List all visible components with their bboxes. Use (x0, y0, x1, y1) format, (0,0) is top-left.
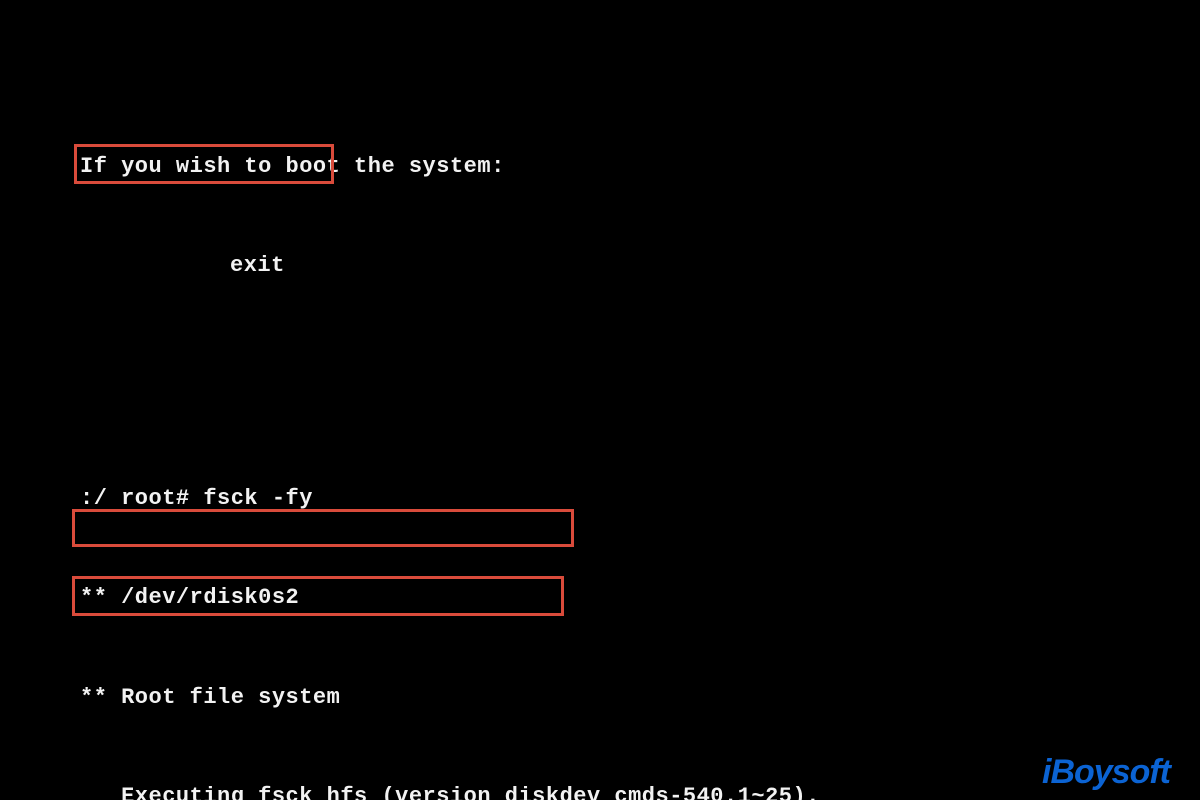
blank-line (80, 349, 1140, 382)
watermark-text: Boysoft (1050, 753, 1170, 791)
boot-hint-exit: exit (80, 249, 1140, 282)
boot-hint-line: If you wish to boot the system: (80, 150, 1140, 183)
watermark-logo: iBoysoft (1042, 753, 1170, 792)
terminal-output: If you wish to boot the system: exit :/ … (80, 50, 1140, 800)
fsck-rootfs: ** Root file system (80, 681, 1140, 714)
fsck-dev: ** /dev/rdisk0s2 (80, 581, 1140, 614)
terminal-screen: If you wish to boot the system: exit :/ … (0, 0, 1200, 800)
cmd-fsck: :/ root# fsck -fy (80, 482, 1140, 515)
fsck-exec: Executing fsck_hfs (version diskdev_cmds… (80, 780, 1140, 800)
